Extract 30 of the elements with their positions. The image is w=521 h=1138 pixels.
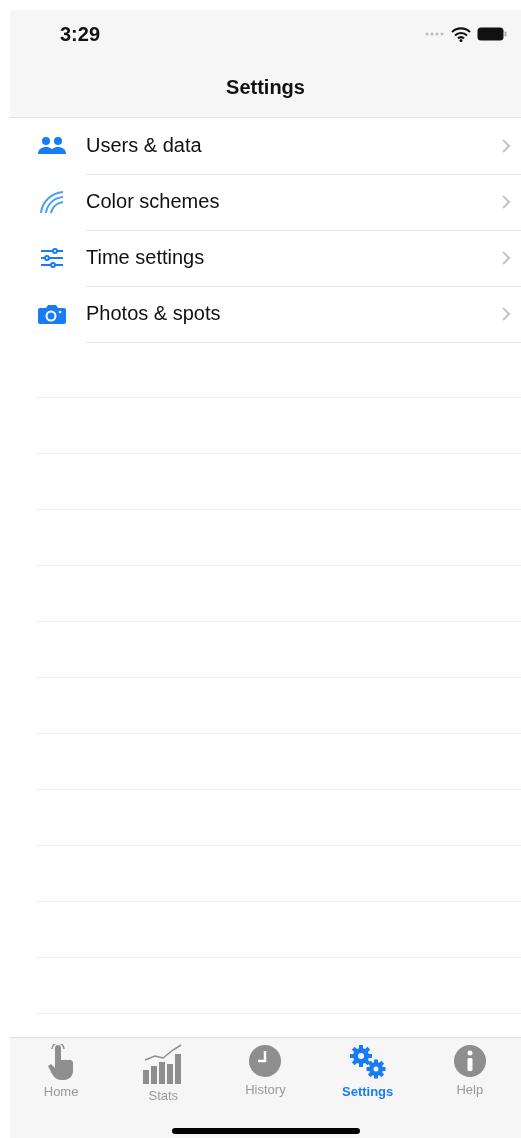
chevron-icon [501,137,511,154]
settings-row[interactable]: Color schemes [10,174,521,230]
chevron-icon [501,193,511,210]
people-icon [37,136,67,156]
gears-icon [347,1044,388,1080]
tab-bar-item[interactable]: Home [21,1044,102,1103]
row-label: Photos & spots [86,302,221,325]
sliders-icon [40,248,64,268]
status-time: 3:29 [60,22,101,46]
row-label: Color schemes [86,190,220,213]
bar-chart-icon [143,1044,184,1084]
tab-bar-item[interactable]: Settings [327,1044,408,1103]
clock-icon [248,1044,283,1078]
row-label: Users & data [86,134,202,157]
battery-icon [477,27,507,41]
tab-bar-item[interactable]: Help [429,1044,510,1103]
chevron-icon [501,305,511,322]
arcs-icon [39,190,65,214]
tab-bar-item[interactable]: History [225,1044,306,1103]
info-icon [452,1044,487,1078]
chevron-icon [501,249,511,266]
settings-row[interactable]: Photos & spots [10,286,521,342]
camera-icon [38,303,66,325]
tab-bar-item[interactable]: Stats [123,1044,204,1103]
settings-row[interactable]: Time settings [10,230,521,286]
page-title: Settings [226,76,305,99]
row-label: Time settings [86,246,205,269]
settings-row[interactable]: Users & data [10,118,521,174]
wifi-icon [451,26,471,42]
signal-dots-icon [425,32,445,36]
